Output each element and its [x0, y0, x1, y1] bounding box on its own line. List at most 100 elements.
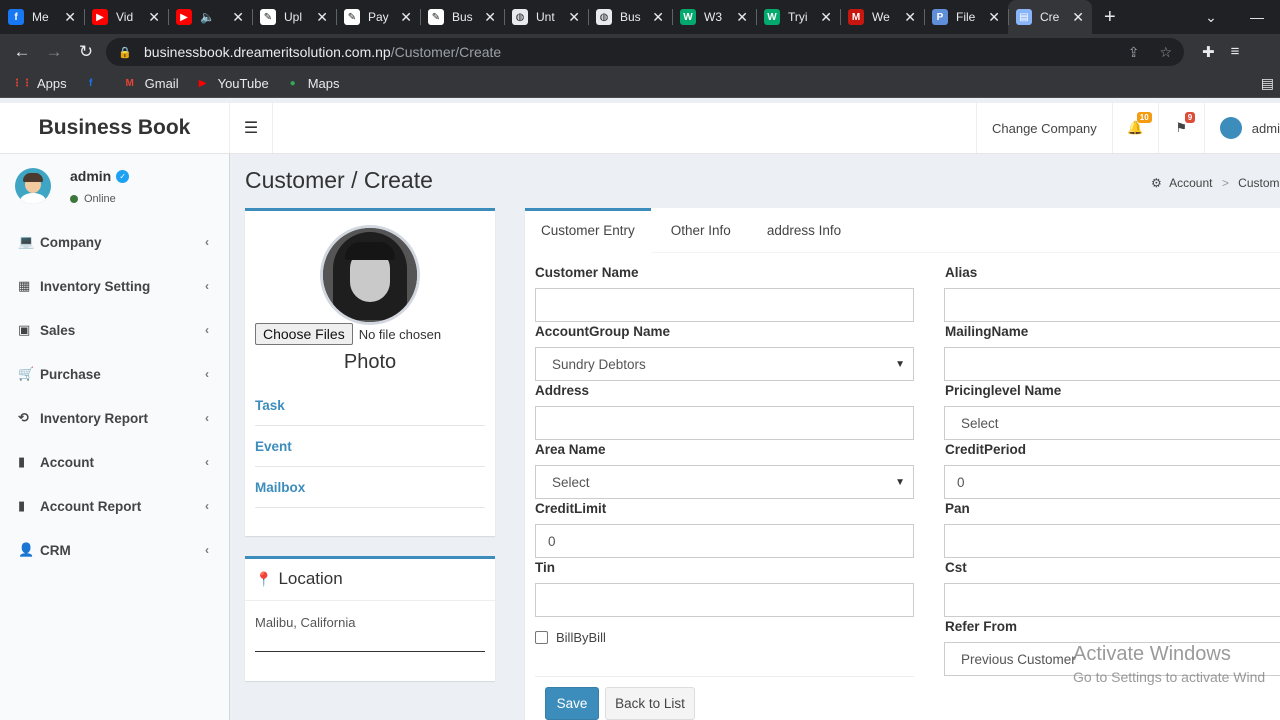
brand-logo[interactable]: Business Book	[0, 103, 230, 153]
tab-address-info[interactable]: address Info	[751, 208, 857, 253]
tab-customer-entry[interactable]: Customer Entry	[525, 208, 651, 253]
back-to-list-button[interactable]: Back to List	[605, 687, 695, 720]
form-tabs: Customer Entry Other Info address Info	[525, 208, 1280, 253]
close-icon[interactable]: ✕	[736, 9, 748, 26]
cst-input[interactable]	[944, 583, 1280, 617]
close-icon[interactable]: ✕	[232, 9, 244, 26]
chevron-left-icon: ‹	[205, 543, 209, 557]
sidebar-toggle-icon[interactable]: ☰	[230, 103, 273, 153]
sidebar-item-account-report[interactable]: ▮ Account Report ‹	[0, 484, 229, 528]
bookmark-item[interactable]: ⋮⋮ Apps	[12, 76, 67, 92]
new-tab-button[interactable]: +	[1104, 6, 1116, 29]
save-button[interactable]: Save	[545, 687, 599, 720]
event-link[interactable]: Event	[255, 426, 485, 467]
reload-icon[interactable]: ↻	[70, 42, 102, 62]
close-icon[interactable]: ✕	[1072, 9, 1084, 26]
sidebar-item-inventory-report[interactable]: ⟲ Inventory Report ‹	[0, 396, 229, 440]
tab-search-icon[interactable]: ⌄	[1188, 9, 1234, 26]
sidebar-item-sales[interactable]: ▣ Sales ‹	[0, 308, 229, 352]
chevron-down-icon: ▼	[895, 359, 905, 370]
tab-favicon-icon: ▤	[1016, 9, 1032, 25]
sidebar-item-purchase[interactable]: 🛒 Purchase ‹	[0, 352, 229, 396]
customer-name-input[interactable]	[535, 288, 914, 322]
forward-arrow-icon[interactable]: →	[38, 42, 70, 62]
browser-tab[interactable]: ✎ Upl ✕	[252, 0, 336, 34]
close-icon[interactable]: ✕	[568, 9, 580, 26]
page-title: Customer / Create	[245, 167, 433, 193]
close-icon[interactable]: ✕	[988, 9, 1000, 26]
file-input[interactable]: Choose Files No file chosen	[255, 323, 441, 345]
address-input[interactable]	[535, 406, 914, 440]
account-group-select[interactable]: Sundry Debtors ▼	[535, 347, 914, 381]
back-arrow-icon[interactable]: ←	[6, 42, 38, 62]
browser-tab[interactable]: ◍ Bus ✕	[588, 0, 672, 34]
pricing-level-select[interactable]: Select	[944, 406, 1280, 440]
close-icon[interactable]: ✕	[400, 9, 412, 26]
task-link[interactable]: Task	[255, 385, 485, 426]
flags-button[interactable]: ⚑ 9	[1157, 103, 1204, 153]
chevron-down-icon: ▼	[895, 477, 905, 488]
notifications-button[interactable]: 🔔 10	[1111, 103, 1158, 153]
tab-other-info[interactable]: Other Info	[655, 208, 747, 253]
url-host: businessbook.dreameritsolution.com.np	[144, 44, 391, 60]
billbybill-checkbox[interactable]: BillByBill	[535, 630, 606, 645]
address-label: Address	[535, 383, 590, 398]
sidebar-item-account[interactable]: ▮ Account ‹	[0, 440, 229, 484]
credit-limit-input[interactable]: 0	[535, 524, 914, 558]
user-menu[interactable]: admi	[1203, 103, 1280, 153]
browser-tab[interactable]: ▶ 🔈 ✕	[168, 0, 252, 34]
browser-tab[interactable]: ▤ Cre ✕	[1008, 0, 1092, 34]
browser-tab[interactable]: M We ✕	[840, 0, 924, 34]
flags-badge: 9	[1184, 112, 1196, 123]
sidebar-item-company[interactable]: 💻 Company ‹	[0, 220, 229, 264]
bookmark-star-icon[interactable]: ☆	[1159, 44, 1172, 61]
browser-tab[interactable]: ✎ Bus ✕	[420, 0, 504, 34]
extensions-icon[interactable]: ✚	[1202, 43, 1215, 61]
bookmark-label: Apps	[37, 76, 67, 91]
close-icon[interactable]: ✕	[64, 9, 76, 26]
bookmark-item[interactable]: ▶ YouTube	[195, 76, 269, 92]
close-icon[interactable]: ✕	[316, 9, 328, 26]
browser-tab[interactable]: ✎ Pay ✕	[336, 0, 420, 34]
mailing-name-input[interactable]	[944, 347, 1280, 381]
bookmark-item[interactable]: M Gmail	[122, 76, 178, 92]
close-icon[interactable]: ✕	[148, 9, 160, 26]
pan-input[interactable]	[944, 524, 1280, 558]
close-icon[interactable]: ✕	[904, 9, 916, 26]
share-icon[interactable]: ⇪	[1128, 44, 1140, 61]
cart-icon: 🛒	[18, 366, 35, 381]
url-input[interactable]: 🔒 businessbook.dreameritsolution.com.np /…	[106, 38, 1184, 66]
change-company-link[interactable]: Change Company	[976, 103, 1112, 153]
alias-label: Alias	[945, 265, 978, 280]
reading-list-icon[interactable]: ▤	[1261, 75, 1274, 92]
area-name-select[interactable]: Select ▼	[535, 465, 914, 499]
close-icon[interactable]: ✕	[484, 9, 496, 26]
choose-files-button[interactable]: Choose Files	[255, 323, 353, 345]
browser-tab[interactable]: W Tryi ✕	[756, 0, 840, 34]
breadcrumb-item-customer[interactable]: Customer	[1238, 176, 1280, 190]
map-pin-icon: 📍	[255, 570, 273, 587]
alias-input[interactable]	[944, 288, 1280, 322]
breadcrumb-item-account[interactable]: Account	[1169, 176, 1212, 190]
tab-title: Tryi	[788, 10, 808, 24]
close-icon[interactable]: ✕	[820, 9, 832, 26]
tab-audio-icon[interactable]: 🔈	[200, 10, 216, 24]
minimize-button[interactable]: —	[1234, 9, 1280, 25]
credit-period-input[interactable]: 0	[944, 465, 1280, 499]
sidebar-item-inventory-setting[interactable]: ▦ Inventory Setting ‹	[0, 264, 229, 308]
browser-tab[interactable]: f Me ✕	[0, 0, 84, 34]
bookmark-item[interactable]: f	[83, 76, 106, 92]
profile-photo	[320, 225, 420, 325]
checkbox-icon[interactable]	[535, 631, 548, 644]
menu-icon[interactable]: ≡	[1231, 43, 1240, 61]
sidebar-item-crm[interactable]: 👤 CRM ‹	[0, 528, 229, 572]
browser-tab[interactable]: ▶ Vid ✕	[84, 0, 168, 34]
tin-input[interactable]	[535, 583, 914, 617]
user-panel: admin ✓ Online	[0, 154, 229, 220]
browser-tab[interactable]: ◍ Unt ✕	[504, 0, 588, 34]
browser-tab[interactable]: W W3 ✕	[672, 0, 756, 34]
bookmark-item[interactable]: ● Maps	[285, 76, 340, 92]
mailbox-link[interactable]: Mailbox	[255, 467, 485, 508]
close-icon[interactable]: ✕	[652, 9, 664, 26]
browser-tab[interactable]: P File ✕	[924, 0, 1008, 34]
